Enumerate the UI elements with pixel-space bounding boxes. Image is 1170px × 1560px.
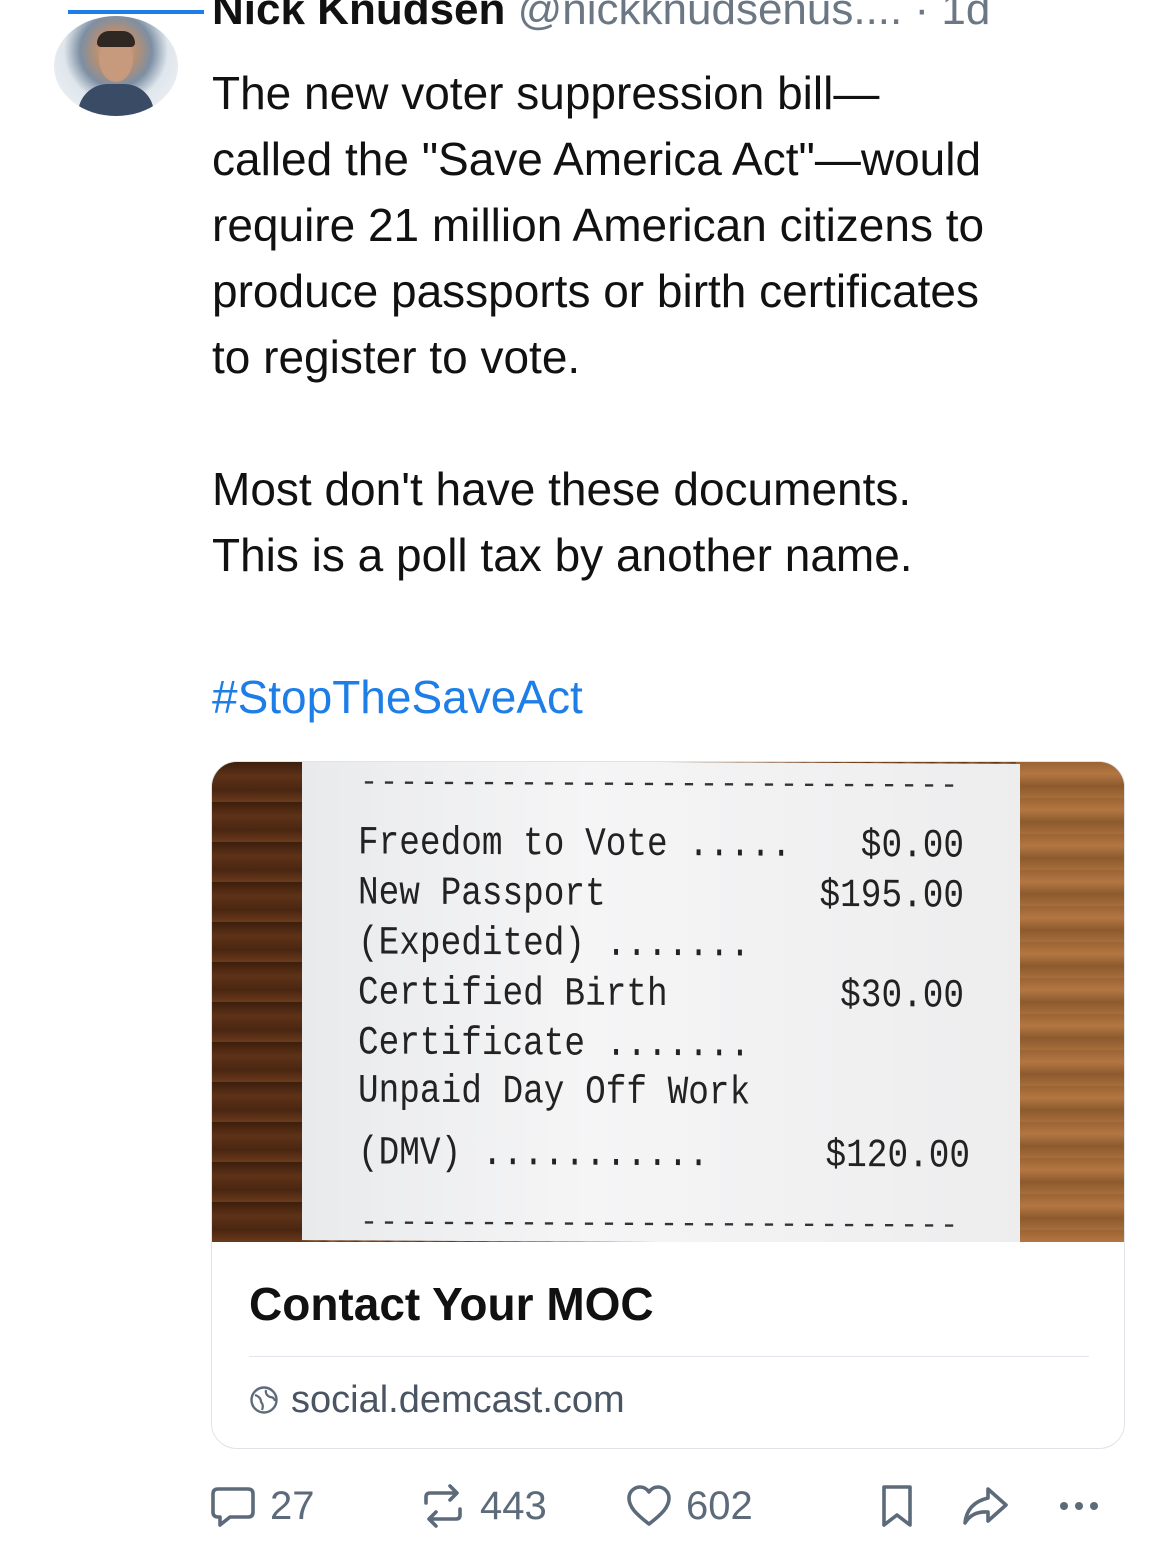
- active-tab-indicator: [68, 10, 204, 14]
- repost-count: 443: [480, 1483, 547, 1528]
- receipt-amount: $30.00: [840, 973, 964, 1020]
- card-divider: [249, 1356, 1089, 1357]
- receipt-line: (DMV) ...........: [358, 1131, 709, 1179]
- receipt-line: Freedom to Vote .....: [358, 821, 792, 869]
- receipt-line: Certified Birth: [358, 971, 668, 1019]
- more-button[interactable]: [1054, 1474, 1104, 1538]
- repost-button[interactable]: 443: [418, 1474, 547, 1538]
- reply-icon: [211, 1487, 255, 1527]
- card-body: Contact Your MOC social.demcast.com: [212, 1242, 1124, 1448]
- more-icon: [1060, 1502, 1098, 1510]
- avatar[interactable]: [54, 16, 178, 116]
- like-button[interactable]: 602: [624, 1474, 753, 1538]
- like-count: 602: [686, 1483, 753, 1528]
- receipt-line: Certificate .......: [358, 1021, 751, 1069]
- like-icon: [627, 1485, 671, 1526]
- receipt-dashes-top: -------------------------------: [360, 766, 960, 804]
- card-domain[interactable]: social.demcast.com: [249, 1360, 625, 1440]
- bookmark-button[interactable]: [872, 1474, 922, 1538]
- receipt-amount: $120.00: [825, 1133, 970, 1180]
- reply-button[interactable]: 27: [208, 1474, 315, 1538]
- share-icon: [963, 1487, 1008, 1525]
- post-header: Nick Knudsen @nickknudsenus.... · 1d: [212, 0, 1142, 40]
- author-handle[interactable]: @nickknudsenus....: [518, 0, 903, 34]
- receipt-amount: $0.00: [860, 824, 964, 870]
- bookmark-icon: [882, 1485, 912, 1527]
- card-image: ------------------------------- Freedom …: [212, 762, 1124, 1242]
- wood-background-left: [212, 762, 307, 1242]
- receipt-image: ------------------------------- Freedom …: [302, 762, 1020, 1242]
- card-title[interactable]: Contact Your MOC: [249, 1274, 654, 1334]
- post-actions: 27 443 602: [208, 1474, 1128, 1538]
- author-name[interactable]: Nick Knudsen: [212, 0, 505, 34]
- receipt-line: (Expedited) .......: [358, 921, 751, 969]
- link-card[interactable]: ------------------------------- Freedom …: [211, 761, 1125, 1449]
- receipt-line: Unpaid Day Off Work: [358, 1069, 751, 1117]
- post-text: The new voter suppression bill— called t…: [212, 67, 985, 581]
- domain-text: social.demcast.com: [291, 1378, 625, 1421]
- reply-count: 27: [270, 1483, 315, 1528]
- receipt-dashes-bottom: -------------------------------: [360, 1206, 960, 1242]
- repost-icon: [424, 1484, 462, 1528]
- globe-icon: [250, 1386, 278, 1414]
- wood-background-right: [1016, 762, 1124, 1242]
- receipt-line: New Passport: [358, 871, 606, 918]
- receipt-amount: $195.00: [819, 873, 964, 920]
- hashtag-link[interactable]: #StopTheSaveAct: [212, 664, 583, 730]
- share-button[interactable]: [960, 1474, 1010, 1538]
- post-time[interactable]: 1d: [941, 0, 990, 34]
- separator: ·: [914, 0, 930, 34]
